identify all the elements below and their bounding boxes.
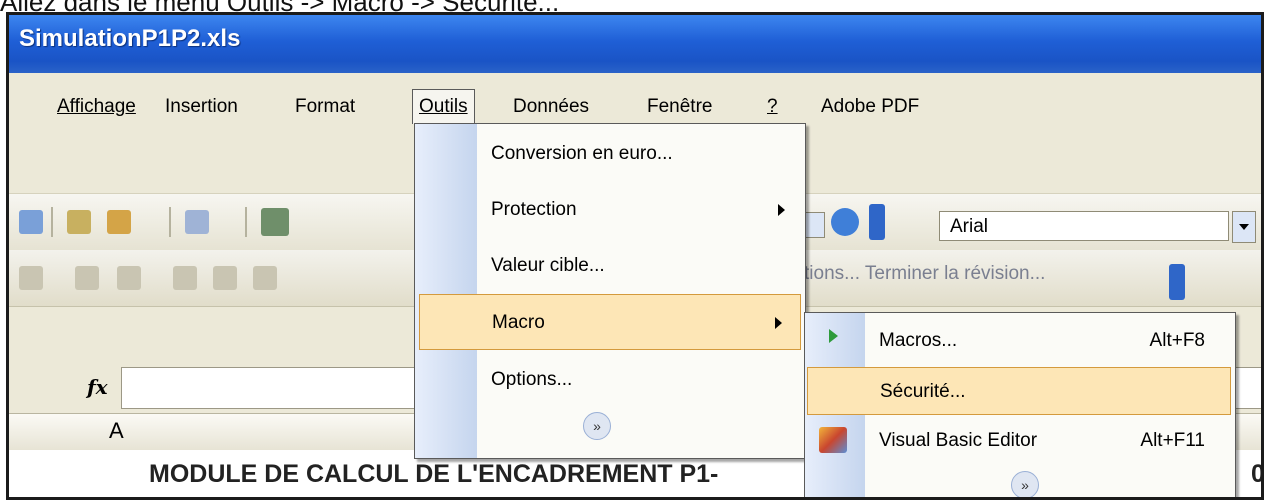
menu-format-label: Format [295, 96, 356, 117]
copy-icon[interactable] [67, 210, 91, 234]
menu-affichage[interactable]: Affichage [51, 93, 142, 121]
research-icon[interactable] [19, 210, 43, 234]
menu-item-securite[interactable]: Sécurité... [807, 367, 1231, 415]
menu-item-options[interactable]: Options... [477, 352, 803, 408]
toolbar-separator [245, 207, 247, 237]
menu-item-valeur-cible[interactable]: Valeur cible... [477, 238, 803, 294]
menu-fenetre[interactable]: Fenêtre [641, 93, 718, 121]
paste-dropdown-icon[interactable] [137, 216, 147, 226]
menu-donnees[interactable]: Données [507, 93, 595, 121]
toolbar-options-icon[interactable] [1169, 264, 1185, 300]
menu-affichage-label: Affichage [57, 96, 136, 117]
menu-item-visual-basic-editor[interactable]: Visual Basic Editor Alt+F11 [865, 417, 1233, 465]
outils-menu: Conversion en euro... Protection Valeur … [414, 123, 806, 459]
menu-gutter [415, 124, 477, 458]
reviewing-icon[interactable] [173, 266, 197, 290]
menu-adobe-pdf-label: Adobe PDF [821, 96, 920, 117]
menu-format[interactable]: Format [289, 93, 361, 121]
title-bar[interactable]: SimulationP1P2.xls [9, 15, 1261, 73]
shortcut-label: Alt+F8 [1149, 330, 1205, 351]
toolbar-separator [51, 207, 53, 237]
submenu-arrow-icon [775, 317, 782, 329]
submenu-arrow-icon [778, 204, 785, 216]
review-text[interactable]: tions... Terminer la révision... [804, 263, 1045, 285]
play-icon [829, 329, 838, 343]
menu-donnees-label: Données [513, 96, 590, 117]
menu-item-conversion-euro[interactable]: Conversion en euro... [477, 126, 803, 182]
help-icon[interactable] [831, 208, 859, 236]
toolbar-options-icon[interactable] [869, 204, 885, 240]
window-title: SimulationP1P2.xls [19, 25, 241, 52]
paste-icon[interactable] [107, 210, 131, 234]
menu-fenetre-label: Fenêtre [647, 96, 713, 117]
shortcut-label: Alt+F11 [1140, 430, 1205, 451]
fx-icon[interactable]: fx [87, 375, 108, 399]
menu-item-securite-label: Sécurité... [880, 381, 966, 402]
cell-title-text[interactable]: MODULE DE CALCUL DE L'ENCADREMENT P1- [149, 460, 718, 489]
reviewing-icon[interactable] [213, 266, 237, 290]
cell-overflow-text: 0( [1251, 460, 1264, 488]
chevron-down-icon [1239, 224, 1249, 230]
reviewing-icon[interactable] [19, 266, 43, 290]
toolbar-separator [169, 207, 171, 237]
visual-basic-editor-icon [819, 427, 847, 453]
menu-outils[interactable]: Outils [412, 89, 475, 124]
menu-item-macros-label: Macros... [879, 330, 958, 351]
menu-item-macros[interactable]: Macros... Alt+F8 [865, 317, 1233, 365]
reviewing-icon[interactable] [253, 266, 277, 290]
macro-submenu: Macros... Alt+F8 Sécurité... Visual Basi… [804, 312, 1236, 497]
menu-item-vbe-label: Visual Basic Editor [879, 430, 1038, 451]
menu-insertion-label: Insertion [165, 96, 238, 117]
font-name-box[interactable]: Arial [939, 211, 1229, 241]
menu-item-protection-label: Protection [491, 199, 577, 220]
expand-menu-icon[interactable]: » [583, 412, 611, 440]
excel-window: SimulationP1P2.xls Affichage Insertion F… [6, 12, 1264, 500]
menu-item-protection[interactable]: Protection [477, 182, 803, 238]
menu-outils-label: Outils [419, 96, 468, 117]
menu-item-macro[interactable]: Macro [419, 294, 801, 350]
euro-conversion-icon[interactable] [261, 208, 289, 236]
menu-help[interactable]: ? [761, 93, 784, 121]
reviewing-icon[interactable] [75, 266, 99, 290]
font-dropdown-button[interactable] [1232, 211, 1256, 243]
expand-menu-icon[interactable]: » [1011, 471, 1039, 497]
menu-insertion[interactable]: Insertion [159, 93, 244, 121]
menu-adobe-pdf[interactable]: Adobe PDF [815, 93, 925, 121]
reviewing-icon[interactable] [117, 266, 141, 290]
menu-item-macro-label: Macro [492, 312, 545, 333]
column-header-a[interactable]: A [109, 418, 124, 444]
menu-help-label: ? [767, 96, 778, 117]
undo-icon[interactable] [185, 210, 209, 234]
